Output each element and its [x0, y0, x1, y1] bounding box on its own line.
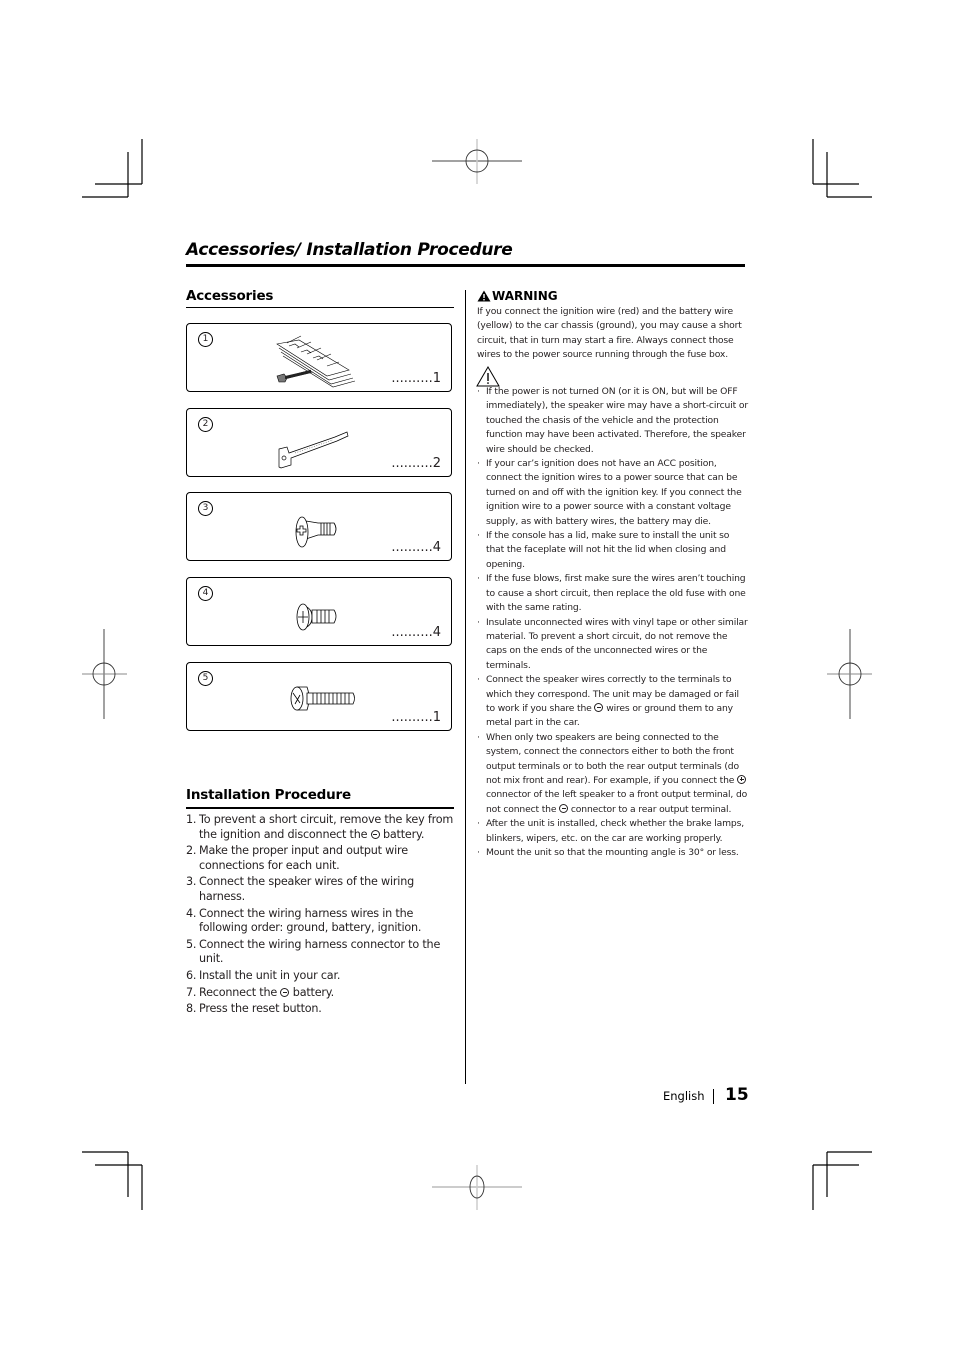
crop-mark-bottom-right [812, 1151, 872, 1210]
caution-text: connector to a rear output terminal. [568, 803, 732, 815]
registration-mark-left [82, 629, 127, 719]
wiring-harness-icon [276, 335, 356, 388]
caution-item: · When only two speakers are being connec… [477, 731, 749, 817]
accessory-item: 2 ..........2 [186, 408, 452, 477]
accessory-item: 4 ..........4 [186, 577, 452, 646]
registration-mark-bottom [432, 1165, 522, 1210]
caution-text: If the power is not turned ON (or it is … [486, 386, 748, 455]
bullet-icon: · [477, 530, 480, 542]
page-title: Accessories/ Installation Procedure [186, 240, 513, 260]
item-number: 4 [198, 586, 213, 601]
caution-list: · If the power is not turned ON (or it is… [477, 385, 749, 860]
accessories-heading: Accessories [186, 288, 274, 304]
flat-head-screw-icon [295, 516, 337, 548]
bullet-icon: · [477, 847, 480, 858]
caution-text: Insulate unconnected wires with vinyl ta… [486, 616, 748, 671]
installation-steps: 1. To prevent a short circuit, remove the… [186, 813, 458, 1019]
item-quantity: ..........1 [391, 710, 441, 725]
crop-mark-top-right [812, 139, 872, 198]
warning-heading: WARNING [477, 289, 558, 303]
minus-symbol-icon [559, 803, 569, 813]
caution-item: · If the console has a lid, make sure to … [477, 529, 749, 572]
bullet-icon: · [477, 386, 480, 397]
footer-separator [713, 1089, 714, 1104]
item-quantity: ..........1 [391, 371, 441, 386]
bullet-icon: · [477, 731, 480, 743]
caution-text: After the unit is installed, check wheth… [486, 818, 744, 844]
bullet-icon: · [477, 573, 480, 585]
caution-item: · If the fuse blows, first make sure the … [477, 572, 749, 615]
step-item: 3. Connect the speaker wires of the wirin… [186, 875, 415, 903]
warning-text: If you connect the ignition wire (red) a… [477, 306, 742, 361]
caution-item: · After the unit is installed, check whet… [477, 817, 749, 846]
warning-triangle-icon [477, 290, 491, 302]
item-number: 1 [198, 332, 213, 347]
column-divider [465, 290, 466, 1084]
caution-text: Mount the unit so that the mounting angl… [486, 847, 739, 858]
footer-language: English [663, 1089, 705, 1103]
step-item: 4. Connect the wiring harness wires in th… [186, 906, 422, 935]
caution-item: · Mount the unit so that the mounting ang… [477, 846, 749, 860]
step-item: 8. Press the reset button. [186, 1002, 322, 1016]
bullet-icon: · [477, 458, 480, 470]
accessories-rule [186, 307, 454, 308]
step-item: 1. To prevent a short circuit, remove the… [186, 813, 454, 841]
crop-mark-bottom-left [82, 1151, 143, 1210]
warning-label: WARNING [492, 289, 558, 303]
caution-item: · Connect the speaker wires correctly to … [477, 673, 749, 731]
caution-text: When only two speakers are being connect… [486, 731, 739, 786]
caution-item: · If your car’s ignition does not have an… [477, 457, 749, 529]
step-item: 6. Install the unit in your car. [186, 968, 341, 982]
caution-item: · Insulate unconnected wires with vinyl t… [477, 616, 749, 674]
caution-item: · If the power is not turned ON (or it is… [477, 385, 749, 457]
item-number: 5 [198, 671, 213, 686]
crop-mark-top-left [82, 139, 143, 198]
step-item: 5. Connect the wiring harness connector t… [186, 937, 441, 966]
caution-triangle-icon [476, 366, 500, 387]
installation-heading: Installation Procedure [186, 787, 351, 803]
extraction-key-icon [278, 431, 349, 469]
step-item: 2. Make the proper input and output wire … [186, 844, 408, 872]
bullet-icon: · [477, 616, 480, 628]
round-head-screw-icon [296, 603, 337, 631]
item-quantity: ..........4 [391, 625, 441, 640]
installation-rule [186, 807, 454, 809]
accessory-item: 1 ..........1 [186, 323, 452, 392]
long-screw-icon [290, 686, 355, 711]
caution-text: If your car’s ignition does not have an … [486, 458, 742, 527]
item-quantity: ..........4 [391, 540, 441, 555]
caution-text: If the console has a lid, make sure to i… [486, 530, 730, 570]
bullet-icon: · [477, 818, 480, 830]
minus-symbol-icon [370, 829, 380, 839]
accessory-item: 3 ..........4 [186, 492, 452, 561]
accessory-item: 5 ..........1 [186, 662, 452, 731]
item-quantity: ..........2 [391, 456, 441, 471]
step-item: 7. Reconnect the battery. [186, 985, 334, 999]
title-rule [186, 264, 745, 267]
item-number: 3 [198, 501, 213, 516]
registration-mark-top [432, 139, 522, 184]
bullet-icon: · [477, 674, 480, 686]
page-number: 15 [725, 1085, 749, 1105]
item-number: 2 [198, 417, 213, 432]
caution-text: If the fuse blows, first make sure the w… [486, 573, 746, 614]
plus-symbol-icon [737, 774, 747, 784]
registration-mark-right [827, 629, 872, 719]
